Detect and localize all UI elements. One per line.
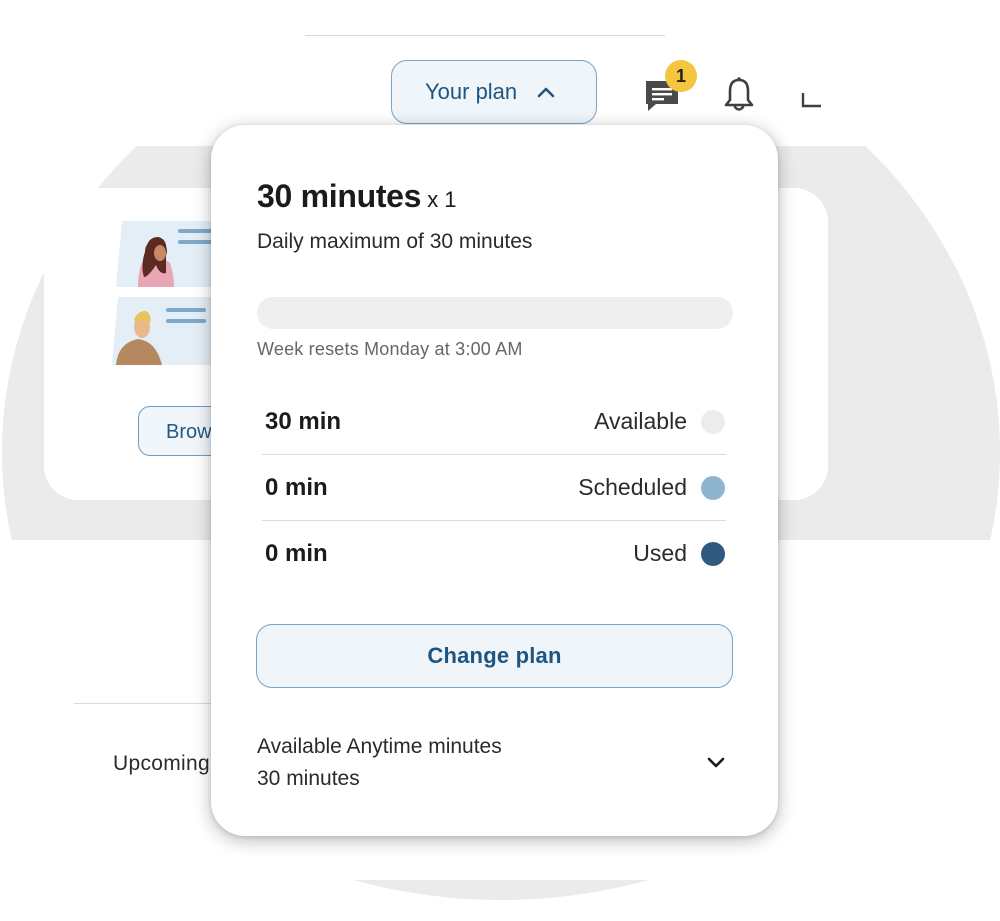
plan-title: 30 minutes x 1 [257,178,457,215]
upcoming-divider [74,703,234,704]
chevron-up-icon [535,81,557,103]
profile-menu-icon[interactable] [801,92,823,108]
reset-note: Week resets Monday at 3:00 AM [257,339,523,359]
row-scheduled: 0 min Scheduled [262,455,726,521]
plan-minutes: 30 minutes [257,178,422,214]
upcoming-label: Upcoming [113,752,210,775]
row-label: Available [594,408,687,434]
row-value: 0 min [265,473,328,501]
your-plan-button[interactable]: Your plan [391,60,597,124]
row-label: Used [633,540,687,566]
change-plan-button[interactable]: Change plan [256,624,733,688]
status-dot [701,409,725,434]
usage-progress-bar [257,297,733,329]
plan-subtitle: Daily maximum of 30 minutes [257,230,533,253]
bell-icon[interactable] [722,76,756,114]
plan-multiplier: x 1 [427,187,457,212]
status-dot [701,541,725,566]
row-value: 30 min [265,407,342,435]
row-used: 0 min Used [262,521,726,586]
row-available: 30 min Available [262,389,726,455]
minutes-breakdown: 30 min Available 0 min Scheduled 0 min U… [262,389,726,586]
row-value: 0 min [265,539,328,567]
row-label: Scheduled [578,474,687,500]
message-count-badge: 1 [665,60,697,92]
top-divider [305,35,665,36]
plan-popover: 30 minutes x 1 Daily maximum of 30 minute… [211,125,778,836]
anytime-minutes-section[interactable]: Available Anytime minutes 30 minutes [257,731,733,795]
anytime-title: Available Anytime minutes [257,735,502,758]
app-screen: Browse Upcoming Your plan 1 30 minutes x … [0,0,1000,921]
your-plan-label: Your plan [425,79,518,104]
chevron-down-icon[interactable] [703,753,729,773]
anytime-value: 30 minutes [257,767,360,790]
status-dot [701,475,725,500]
